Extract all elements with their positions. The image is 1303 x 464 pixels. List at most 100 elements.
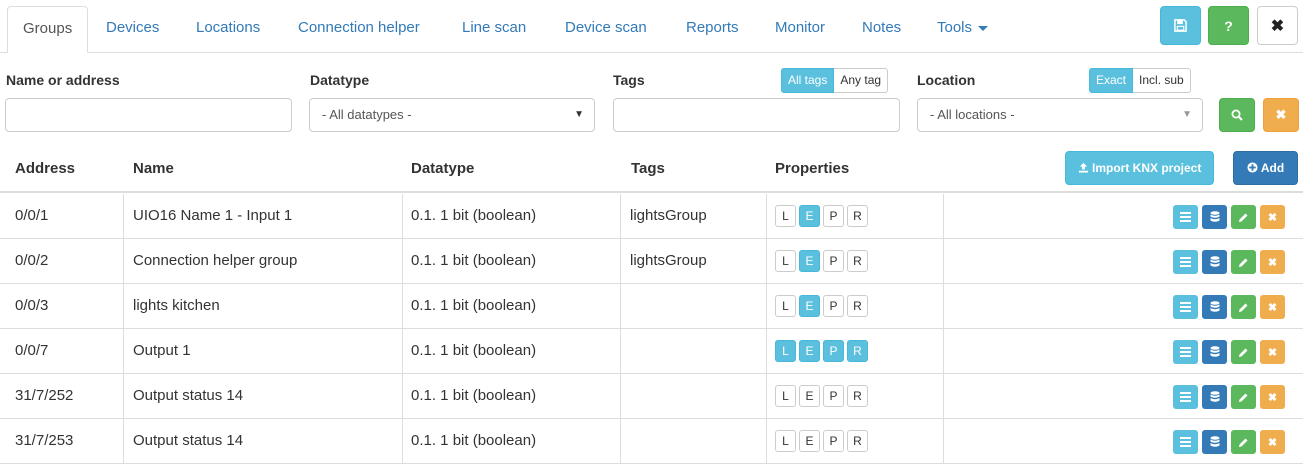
close-icon: ✖: [1267, 391, 1278, 404]
property-flag-l[interactable]: L: [775, 205, 796, 227]
property-flag-l[interactable]: L: [775, 385, 796, 407]
close-button[interactable]: ✖: [1257, 6, 1298, 45]
property-flag-p[interactable]: P: [823, 430, 844, 452]
column-header-address: Address: [15, 160, 76, 177]
exact-toggle[interactable]: Exact: [1089, 68, 1134, 93]
property-flag-r[interactable]: R: [847, 205, 868, 227]
cell-name: lights kitchen: [133, 297, 220, 314]
property-flag-e[interactable]: E: [799, 340, 820, 362]
close-icon: ✖: [1267, 256, 1278, 269]
pencil-icon: [1239, 213, 1248, 222]
database-icon: [1210, 256, 1219, 267]
property-flag-p[interactable]: P: [823, 250, 844, 272]
column-divider: [766, 329, 767, 374]
property-flag-e[interactable]: E: [799, 295, 820, 317]
property-flag-r[interactable]: R: [847, 250, 868, 272]
edit-button[interactable]: [1231, 205, 1256, 229]
trends-button[interactable]: [1202, 295, 1227, 319]
property-flag-l[interactable]: L: [775, 430, 796, 452]
datatype-select[interactable]: - All datatypes - ▼: [309, 98, 595, 132]
clear-filters-button[interactable]: ✖: [1263, 98, 1299, 132]
cell-name: Output status 14: [133, 432, 244, 449]
edit-button[interactable]: [1231, 385, 1256, 409]
trends-button[interactable]: [1202, 340, 1227, 364]
incl-sub-toggle[interactable]: Incl. sub: [1133, 68, 1191, 93]
column-divider: [943, 284, 944, 329]
column-divider: [402, 329, 403, 374]
details-button[interactable]: [1173, 340, 1198, 364]
property-flag-e[interactable]: E: [799, 430, 820, 452]
delete-button[interactable]: ✖: [1260, 385, 1285, 409]
tab-monitor[interactable]: Monitor: [760, 6, 840, 53]
details-button[interactable]: [1173, 205, 1198, 229]
tags-filter-input[interactable]: [613, 98, 900, 132]
details-button[interactable]: [1173, 250, 1198, 274]
all-tags-toggle[interactable]: All tags: [781, 68, 835, 93]
add-button[interactable]: Add: [1233, 151, 1298, 185]
tab-connection-helper[interactable]: Connection helper: [283, 6, 435, 53]
edit-button[interactable]: [1231, 340, 1256, 364]
details-button[interactable]: [1173, 385, 1198, 409]
save-button[interactable]: [1160, 6, 1201, 45]
property-flag-e[interactable]: E: [799, 250, 820, 272]
row-actions: ✖: [1173, 340, 1285, 364]
tab-line-scan[interactable]: Line scan: [447, 6, 541, 53]
name-filter-input[interactable]: [5, 98, 292, 132]
details-button[interactable]: [1173, 295, 1198, 319]
import-label: Import KNX project: [1092, 161, 1202, 175]
property-flag-p[interactable]: P: [823, 295, 844, 317]
property-flag-r[interactable]: R: [847, 385, 868, 407]
row-actions: ✖: [1173, 385, 1285, 409]
close-icon: ✖: [1267, 301, 1278, 314]
name-filter-label: Name or address: [6, 72, 120, 88]
tab-reports[interactable]: Reports: [671, 6, 754, 53]
list-icon: [1180, 302, 1191, 312]
close-icon: ✖: [1267, 211, 1278, 224]
delete-button[interactable]: ✖: [1260, 250, 1285, 274]
column-divider: [402, 194, 403, 239]
tab-groups[interactable]: Groups: [7, 6, 89, 53]
any-tag-toggle[interactable]: Any tag: [834, 68, 889, 93]
property-flag-r[interactable]: R: [847, 340, 868, 362]
edit-button[interactable]: [1231, 430, 1256, 454]
column-divider: [766, 419, 767, 464]
tab-tools[interactable]: Tools: [922, 6, 1003, 53]
delete-button[interactable]: ✖: [1260, 205, 1285, 229]
help-button[interactable]: ?: [1208, 6, 1249, 45]
property-flag-e[interactable]: E: [799, 205, 820, 227]
tab-device-scan[interactable]: Device scan: [550, 6, 662, 53]
tab-locations[interactable]: Locations: [181, 6, 275, 53]
pencil-icon: [1239, 303, 1248, 312]
property-flag-l[interactable]: L: [775, 250, 796, 272]
edit-button[interactable]: [1231, 250, 1256, 274]
property-flag-e[interactable]: E: [799, 385, 820, 407]
details-button[interactable]: [1173, 430, 1198, 454]
datatype-select-value: - All datatypes -: [322, 107, 412, 122]
search-button[interactable]: [1219, 98, 1255, 132]
import-knx-project-button[interactable]: Import KNX project: [1065, 151, 1215, 185]
trends-button[interactable]: [1202, 385, 1227, 409]
tab-devices[interactable]: Devices: [91, 6, 174, 53]
property-flag-p[interactable]: P: [823, 385, 844, 407]
location-select[interactable]: - All locations - ▼: [917, 98, 1203, 132]
tab-notes[interactable]: Notes: [847, 6, 916, 53]
column-divider: [943, 374, 944, 419]
property-flag-l[interactable]: L: [775, 295, 796, 317]
property-flag-p[interactable]: P: [823, 205, 844, 227]
trends-button[interactable]: [1202, 250, 1227, 274]
delete-button[interactable]: ✖: [1260, 430, 1285, 454]
property-flag-p[interactable]: P: [823, 340, 844, 362]
property-flag-r[interactable]: R: [847, 295, 868, 317]
column-divider: [402, 239, 403, 284]
database-icon: [1210, 391, 1219, 402]
edit-button[interactable]: [1231, 295, 1256, 319]
cell-name: Output status 14: [133, 387, 244, 404]
property-flag-l[interactable]: L: [775, 340, 796, 362]
property-flag-r[interactable]: R: [847, 430, 868, 452]
trends-button[interactable]: [1202, 205, 1227, 229]
delete-button[interactable]: ✖: [1260, 340, 1285, 364]
column-divider: [766, 374, 767, 419]
delete-button[interactable]: ✖: [1260, 295, 1285, 319]
cell-tags: lightsGroup: [630, 252, 707, 269]
trends-button[interactable]: [1202, 430, 1227, 454]
